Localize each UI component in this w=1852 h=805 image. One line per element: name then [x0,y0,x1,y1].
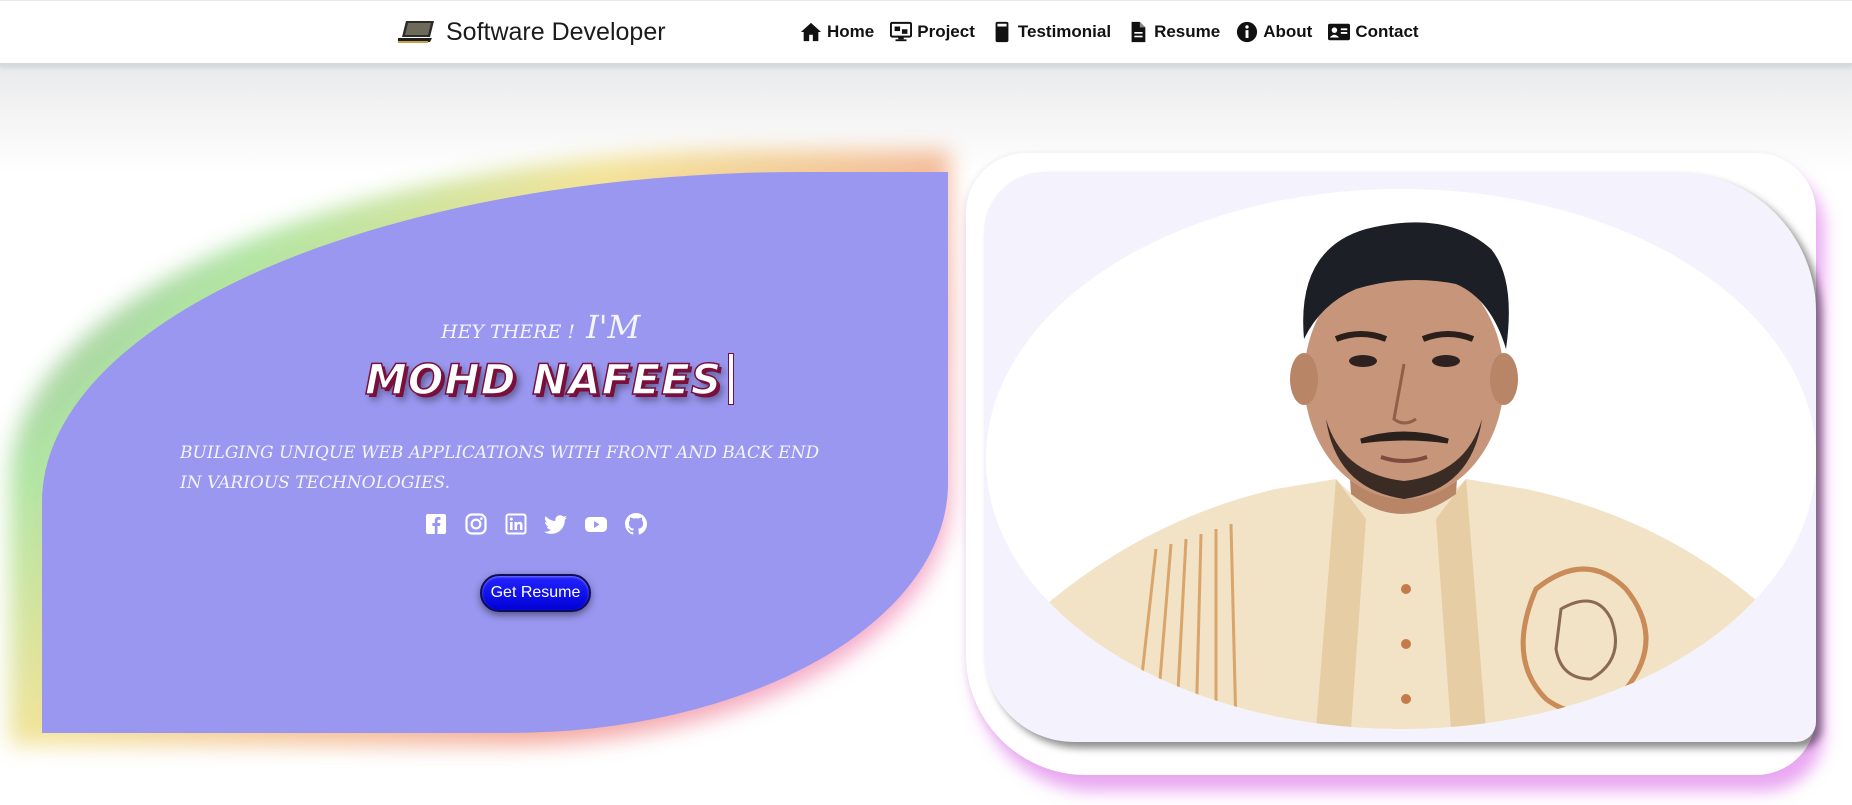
linkedin-icon[interactable] [504,512,528,536]
get-resume-button[interactable]: Get Resume [480,574,591,612]
hero-name-wrapper: MOHD NAFEES [364,353,735,405]
nav-item-label: About [1263,22,1313,41]
laptop-icon [398,21,434,43]
nav-item-resume[interactable]: Resume [1127,21,1220,43]
navbar: Software Developer Home Project Testimon… [0,0,1852,66]
youtube-icon[interactable] [584,512,608,536]
info-icon [1237,21,1258,43]
nav-item-home[interactable]: Home [800,21,874,43]
instagram-icon[interactable] [464,512,488,536]
nav-item-contact[interactable]: Contact [1328,21,1419,43]
facebook-icon[interactable] [424,512,448,536]
nav-menu: Home Project Testimonial Resume About Co… [800,17,1435,47]
nav-item-project[interactable]: Project [890,21,975,43]
nav-item-testimonial[interactable]: Testimonial [991,21,1111,43]
nav-item-label: Project [917,22,975,41]
file-icon [1131,21,1146,43]
hero-name: MOHD NAFEES [364,354,723,405]
contact-card-icon [1328,23,1351,41]
profile-photo-illustration [986,189,1816,729]
github-icon[interactable] [624,512,648,536]
twitter-icon[interactable] [544,512,568,536]
nav-item-about[interactable]: About [1236,21,1312,43]
brand-title: Software Developer [446,17,666,46]
greeting-small: HEY THERE ! [441,321,575,343]
greeting-large: I'M [586,308,641,346]
profile-photo [986,189,1816,729]
brand[interactable]: Software Developer [398,15,666,49]
nav-item-label: Home [827,22,875,41]
home-icon [800,22,822,42]
nav-item-label: Contact [1355,22,1419,41]
nav-item-label: Resume [1154,22,1221,41]
desktop-icon [890,21,913,42]
nav-item-label: Testimonial [1017,22,1112,41]
typing-cursor [728,353,735,405]
mobile-icon [995,21,1009,43]
social-links [424,512,664,536]
greeting: HEY THERE ! I'M [441,308,640,346]
hero-tagline: BUILGING UNIQUE WEB APPLICATIONS WITH FR… [180,443,820,493]
